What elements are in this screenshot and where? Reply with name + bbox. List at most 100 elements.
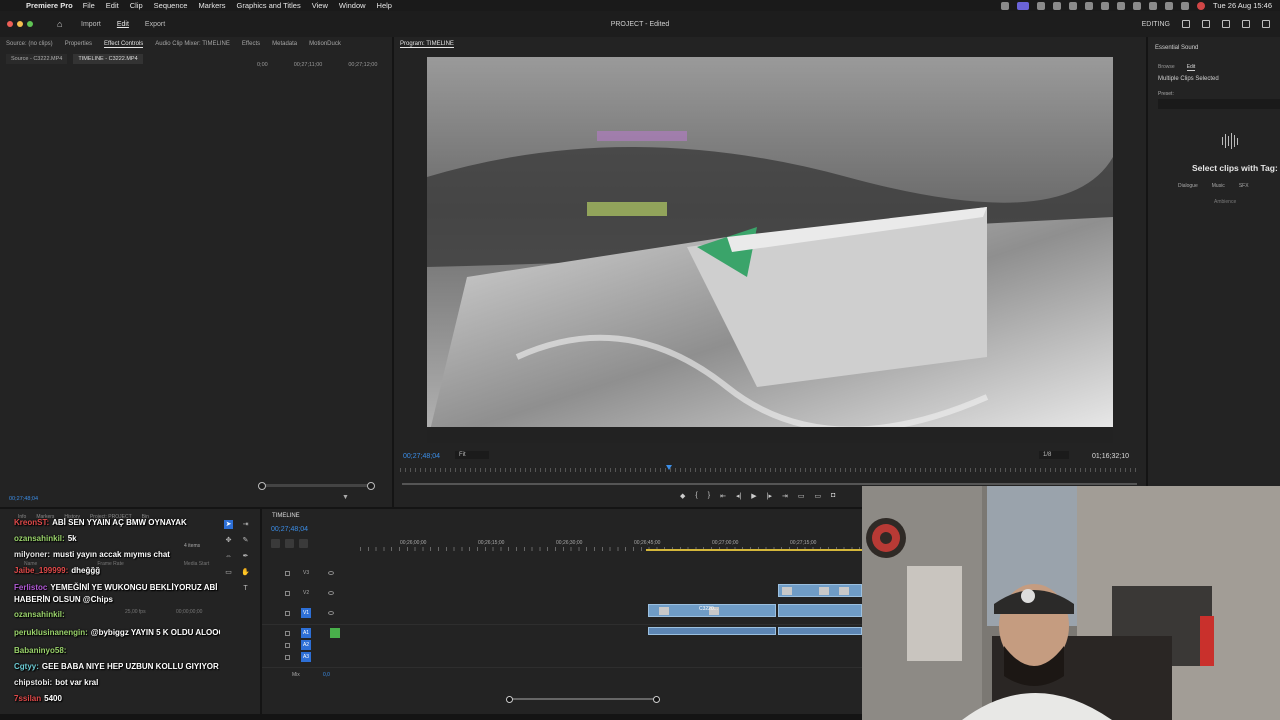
ripple-edit-icon[interactable]: ✥ xyxy=(224,536,233,545)
track-select-icon[interactable]: ⇥ xyxy=(241,520,250,529)
mark-in-button[interactable]: { xyxy=(695,492,697,500)
music-tag-button[interactable]: Music xyxy=(1212,183,1225,189)
go-to-in-button[interactable]: ⇤ xyxy=(720,492,726,500)
lift-button[interactable]: ▭ xyxy=(798,492,805,500)
menu-icon[interactable] xyxy=(1222,20,1230,28)
fullscreen-icon[interactable] xyxy=(1262,20,1270,28)
mix-value[interactable]: 0,0 xyxy=(323,672,330,678)
eye-icon[interactable] xyxy=(328,611,334,615)
zoom-select[interactable]: Fit xyxy=(455,451,489,459)
timeline-zoom-scrollbar[interactable] xyxy=(506,696,660,703)
play-button[interactable]: ▶ xyxy=(751,492,756,500)
dialogue-tag-button[interactable]: Dialogue xyxy=(1178,183,1198,189)
pen-tool-icon[interactable]: ✒ xyxy=(241,552,250,561)
monitor-zoom-scrollbar[interactable] xyxy=(402,483,1137,485)
track-target-toggle[interactable]: A1 xyxy=(301,628,311,638)
sfx-tag-button[interactable]: SFX xyxy=(1239,183,1249,189)
program-video-frame[interactable] xyxy=(427,57,1113,443)
workspace-edit[interactable]: Edit xyxy=(117,21,129,28)
export-frame-button[interactable]: ◘ xyxy=(831,492,835,500)
tab-program[interactable]: Program: TIMELINE xyxy=(400,41,454,48)
effect-controls-timecode[interactable]: 00;27;48;04 xyxy=(9,496,38,502)
type-tool-icon[interactable]: T xyxy=(241,584,250,593)
monitor-time-ruler[interactable] xyxy=(400,468,1140,472)
close-window-button[interactable] xyxy=(7,21,13,27)
menu-view[interactable]: View xyxy=(312,1,328,10)
tab-effects[interactable]: Effects xyxy=(242,41,260,47)
selection-tool-icon[interactable]: ➤ xyxy=(224,520,233,529)
lock-icon[interactable] xyxy=(285,655,290,660)
resolution-select[interactable]: 1/8 xyxy=(1039,451,1069,459)
snap-icon[interactable] xyxy=(285,539,294,548)
timeline-ruler[interactable]: 00;26;00;00 00;26;15;00 00;26;30;00 00;2… xyxy=(360,537,862,551)
track-target-toggle[interactable]: A2 xyxy=(301,640,311,650)
nest-icon[interactable] xyxy=(271,539,280,548)
tab-audio-clip-mixer[interactable]: Audio Clip Mixer: TIMELINE xyxy=(155,41,230,47)
workspace-icon[interactable] xyxy=(1182,20,1190,28)
status-icon[interactable] xyxy=(1001,1,1010,10)
lock-icon[interactable] xyxy=(285,571,290,576)
menu-sequence[interactable]: Sequence xyxy=(154,1,188,10)
clock[interactable]: Tue 26 Aug 15:46 xyxy=(1213,1,1272,10)
status-icon[interactable] xyxy=(1053,1,1062,10)
app-menu[interactable]: Premiere Pro xyxy=(26,1,73,10)
mute-toggle[interactable] xyxy=(330,628,340,638)
rectangle-tool-icon[interactable]: ▭ xyxy=(224,568,233,577)
timeline-clip-tab[interactable]: TIMELINE - C3222.MP4 xyxy=(73,54,143,64)
timeline-timecode[interactable]: 00;27;48;04 xyxy=(271,526,308,533)
home-icon[interactable]: ⌂ xyxy=(57,20,65,29)
lock-icon[interactable] xyxy=(285,643,290,648)
eye-icon[interactable] xyxy=(328,591,334,595)
filter-icon[interactable]: ▼ xyxy=(342,494,349,501)
status-icon[interactable] xyxy=(1085,1,1094,10)
extract-button[interactable]: ▭ xyxy=(815,492,822,500)
video-clip[interactable]: C3220... xyxy=(648,604,776,617)
eye-icon[interactable] xyxy=(328,571,334,575)
display-icon[interactable] xyxy=(1069,1,1078,10)
video-clip[interactable] xyxy=(778,584,862,597)
tab-metadata[interactable]: Metadata xyxy=(272,41,297,47)
volume-icon[interactable] xyxy=(1101,1,1110,10)
audio-clip[interactable] xyxy=(778,627,862,635)
tab-effect-controls[interactable]: Effect Controls xyxy=(104,41,144,48)
source-clip-tab[interactable]: Source - C3222.MP4 xyxy=(6,54,68,64)
menu-edit[interactable]: Edit xyxy=(106,1,119,10)
help-icon[interactable] xyxy=(1242,20,1250,28)
menu-clip[interactable]: Clip xyxy=(130,1,143,10)
audio-clip[interactable] xyxy=(648,627,776,635)
mark-out-button[interactable]: } xyxy=(708,492,710,500)
ambience-tag-button[interactable]: Ambience xyxy=(1214,199,1236,205)
battery-icon[interactable] xyxy=(1133,1,1142,10)
tab-source[interactable]: Source: (no clips) xyxy=(6,41,53,47)
tab-timeline[interactable]: TIMELINE xyxy=(272,513,300,519)
lock-icon[interactable] xyxy=(285,611,290,616)
track-target-toggle[interactable]: V1 xyxy=(301,608,311,618)
status-icon[interactable] xyxy=(1037,1,1046,10)
preset-select[interactable] xyxy=(1158,99,1280,109)
tab-motionduck[interactable]: MotionDuck xyxy=(309,41,341,47)
wifi-icon[interactable] xyxy=(1149,1,1158,10)
zoom-window-button[interactable] xyxy=(27,21,33,27)
zoom-scrollbar[interactable] xyxy=(258,482,375,490)
linked-selection-icon[interactable] xyxy=(299,539,308,548)
playhead-timecode[interactable]: 00;27;48;04 xyxy=(403,453,440,460)
panel-title[interactable]: Essential Sound xyxy=(1155,45,1198,51)
share-icon[interactable] xyxy=(1202,20,1210,28)
lock-icon[interactable] xyxy=(285,591,290,596)
menu-help[interactable]: Help xyxy=(377,1,392,10)
mode-label[interactable]: EDITING xyxy=(1142,21,1170,28)
step-back-button[interactable]: ◂| xyxy=(736,492,741,500)
menu-window[interactable]: Window xyxy=(339,1,366,10)
menu-graphics[interactable]: Graphics and Titles xyxy=(237,1,301,10)
workspace-export[interactable]: Export xyxy=(145,21,165,28)
video-clip[interactable] xyxy=(778,604,862,617)
step-forward-button[interactable]: |▸ xyxy=(767,492,772,500)
razor-tool-icon[interactable]: ✎ xyxy=(241,536,250,545)
add-marker-button[interactable]: ◆ xyxy=(680,492,685,500)
lock-icon[interactable] xyxy=(285,631,290,636)
hand-tool-icon[interactable]: ✋ xyxy=(241,568,250,577)
control-center-icon[interactable] xyxy=(1181,1,1190,10)
work-area-bar[interactable] xyxy=(646,549,862,551)
go-to-out-button[interactable]: ⇥ xyxy=(782,492,788,500)
workspace-import[interactable]: Import xyxy=(81,21,101,28)
